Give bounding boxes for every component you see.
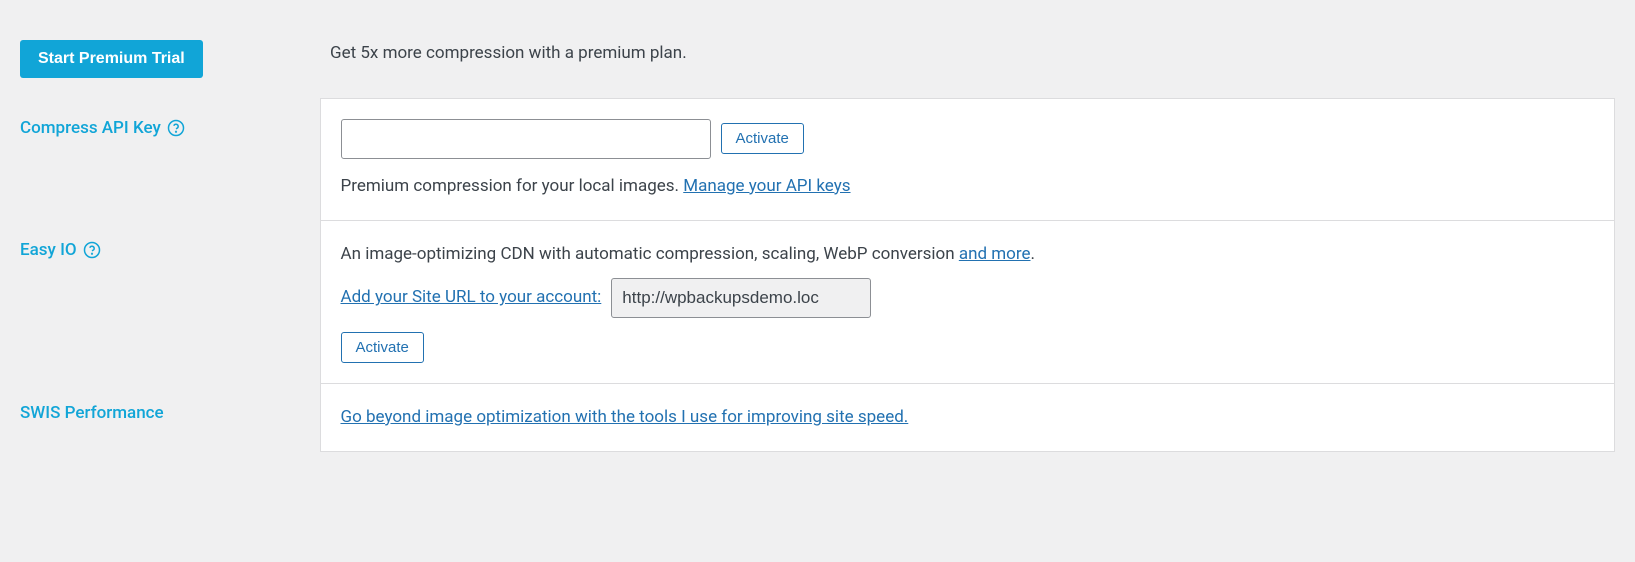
easy-io-content-cell: An image-optimizing CDN with automatic c… (320, 220, 1615, 383)
help-icon[interactable] (83, 241, 101, 259)
manage-api-keys-link[interactable]: Manage your API keys (683, 176, 850, 196)
swis-content-cell: Go beyond image optimization with the to… (320, 383, 1615, 451)
easy-io-row: Easy IO An image-optimizing CDN with aut… (20, 220, 1615, 383)
compress-api-description: Premium compression for your local image… (341, 173, 1595, 200)
compress-api-desc-text: Premium compression for your local image… (341, 176, 684, 196)
site-url-input[interactable] (611, 278, 871, 318)
compress-api-label-text: Compress API Key (20, 118, 161, 138)
settings-table: Start Premium Trial Get 5x more compress… (20, 20, 1615, 452)
premium-trial-desc-cell: Get 5x more compression with a premium p… (320, 20, 1615, 98)
compress-api-key-input[interactable] (341, 119, 711, 159)
easy-io-activate-row: Activate (341, 332, 1595, 363)
easy-io-label-text: Easy IO (20, 240, 77, 260)
swis-link[interactable]: Go beyond image optimization with the to… (341, 407, 909, 427)
swis-label-cell: SWIS Performance (20, 383, 320, 451)
swis-row: SWIS Performance Go beyond image optimiz… (20, 383, 1615, 451)
compress-api-input-row: Activate (341, 119, 1595, 159)
compress-api-label: Compress API Key (20, 118, 185, 138)
compress-api-activate-button[interactable]: Activate (721, 123, 804, 154)
compress-api-label-cell: Compress API Key (20, 98, 320, 220)
help-icon[interactable] (167, 119, 185, 137)
easy-io-and-more-link[interactable]: and more (959, 244, 1031, 264)
easy-io-desc-prefix: An image-optimizing CDN with automatic c… (341, 244, 959, 264)
premium-trial-label-cell: Start Premium Trial (20, 20, 320, 98)
swis-label: SWIS Performance (20, 403, 164, 423)
easy-io-label-cell: Easy IO (20, 220, 320, 383)
premium-trial-description: Get 5x more compression with a premium p… (330, 43, 687, 63)
add-site-url-link[interactable]: Add your Site URL to your account: (341, 284, 602, 311)
start-premium-trial-button[interactable]: Start Premium Trial (20, 40, 203, 78)
easy-io-description: An image-optimizing CDN with automatic c… (341, 241, 1595, 268)
compress-api-content-cell: Activate Premium compression for your lo… (320, 98, 1615, 220)
compress-api-row: Compress API Key Activate (20, 98, 1615, 220)
easy-io-label: Easy IO (20, 240, 101, 260)
easy-io-activate-button[interactable]: Activate (341, 332, 424, 363)
premium-trial-row: Start Premium Trial Get 5x more compress… (20, 20, 1615, 98)
easy-io-site-url-row: Add your Site URL to your account: (341, 278, 1595, 318)
easy-io-desc-suffix: . (1031, 244, 1035, 264)
